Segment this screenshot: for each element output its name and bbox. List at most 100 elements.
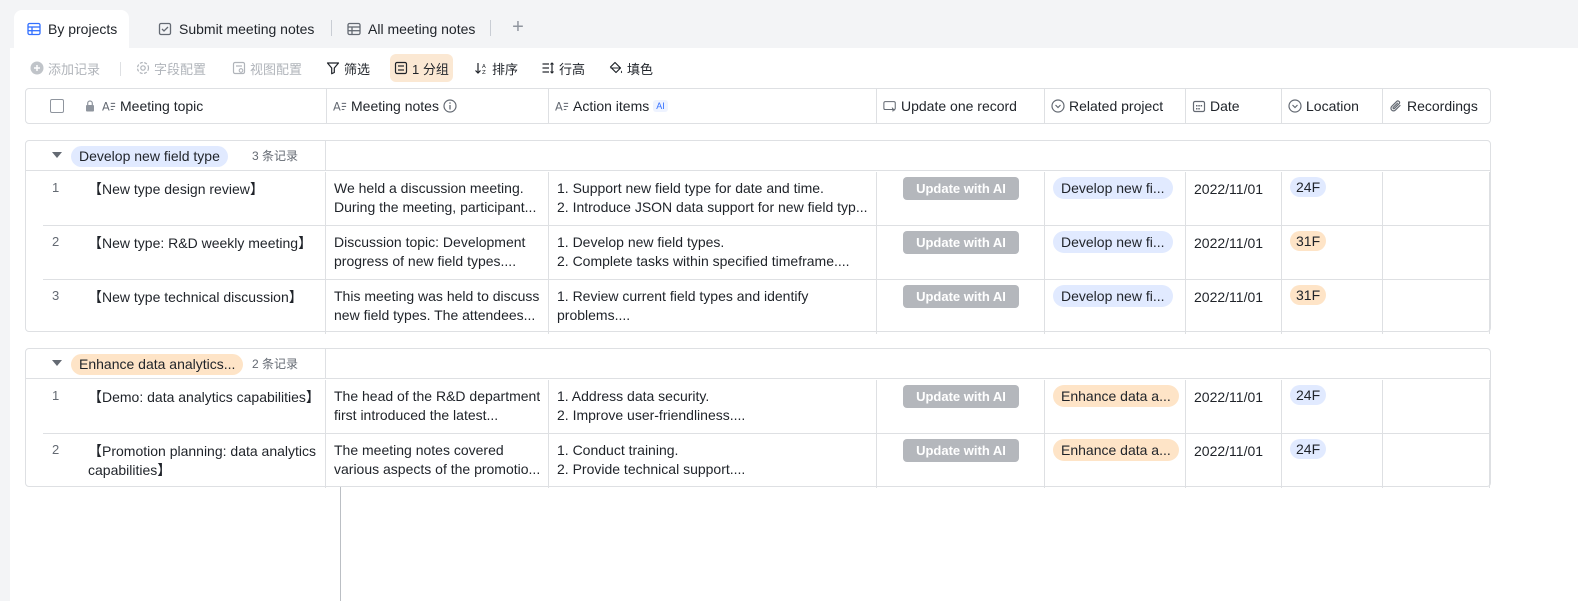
cell-location[interactable]: 31F [1282,226,1383,280]
collapse-caret-icon[interactable] [52,360,62,366]
cell-date[interactable]: 2022/11/01 [1186,434,1282,488]
header-location[interactable]: Location [1282,89,1383,123]
cell-actions[interactable]: 1. Develop new field types. 2. Complete … [549,226,877,280]
add-record-button[interactable]: 添加记录 [26,54,104,82]
header-label: Update one record [901,98,1017,114]
row-height-button[interactable]: 行高 [537,54,589,82]
cell-location[interactable]: 24F [1282,172,1383,226]
action-line: problems.... [557,307,631,323]
add-view-icon[interactable]: + [508,17,528,37]
cell-project[interactable]: Enhance data a... [1045,380,1186,434]
date-text: 2022/11/01 [1194,443,1264,459]
view-panel: 添加记录 字段配置 视图配置 筛选 1 分组 AZ 排序 行高 填色 A Mee… [10,48,1578,601]
cell-topic[interactable]: 2 【New type: R&D weekly meeting】 [26,226,326,280]
cell-topic[interactable]: 2 【Promotion planning: data analytics ca… [26,434,326,488]
cell-location[interactable]: 24F [1282,434,1383,488]
cell-date[interactable]: 2022/11/01 [1186,380,1282,434]
add-record-label: 添加记录 [48,61,101,77]
row-number: 1 [52,180,60,195]
project-tag: Enhance data a... [1053,439,1179,461]
cell-recordings[interactable] [1383,380,1490,434]
fill-color-button[interactable]: 填色 [605,54,657,82]
action-line: 2. Complete tasks within specified timef… [557,253,850,269]
header-topic[interactable]: A Meeting topic [26,89,326,123]
cell-project[interactable]: Develop new fi... [1045,280,1186,334]
cell-recordings[interactable] [1383,280,1490,334]
date-text: 2022/11/01 [1194,289,1264,305]
table-row[interactable]: 2 【New type: R&D weekly meeting】 Discuss… [26,226,1490,280]
cell-topic[interactable]: 1 【Demo: data analytics capabilities】 [26,380,326,434]
location-tag: 31F [1290,231,1327,251]
cell-update: Update with AI [877,172,1045,226]
view-config-label: 视图配置 [250,61,303,77]
sort-button[interactable]: AZ 排序 [470,54,522,82]
table-row[interactable]: 2 【Promotion planning: data analytics ca… [26,434,1490,488]
tab-submit-meeting-notes[interactable]: Submit meeting notes [145,10,326,48]
cell-update: Update with AI [877,434,1045,488]
cell-project[interactable]: Develop new fi... [1045,172,1186,226]
tab-label: Submit meeting notes [179,21,315,37]
cell-actions[interactable]: 1. Address data security. 2. Improve use… [549,380,877,434]
header-recordings[interactable]: Recordings [1383,89,1490,123]
cell-notes[interactable]: We held a discussion meeting. During the… [326,172,549,226]
cell-date[interactable]: 2022/11/01 [1186,172,1282,226]
cell-actions[interactable]: 1. Support new field type for date and t… [549,172,877,226]
plus-circle-icon [30,61,44,75]
notes-line: various aspects of the promotio... [334,461,540,477]
cell-notes[interactable]: This meeting was held to discuss new fie… [326,280,549,334]
cell-actions[interactable]: 1. Conduct training. 2. Provide technica… [549,434,877,488]
header-date[interactable]: Date [1186,89,1282,123]
cell-actions[interactable]: 1. Review current field types and identi… [549,280,877,334]
cell-project[interactable]: Enhance data a... [1045,434,1186,488]
cell-topic[interactable]: 3 【New type technical discussion】 [26,280,326,334]
group-header[interactable]: Develop new field type 3 条记录 [26,141,1490,171]
select-all-checkbox[interactable] [50,99,64,113]
cell-notes[interactable]: Discussion topic: Development progress o… [326,226,549,280]
header-notes[interactable]: A Meeting notes [326,89,549,123]
group-button[interactable]: 1 分组 [390,54,453,82]
table-row[interactable]: 1 【New type design review】 We held a dis… [26,172,1490,226]
location-tag: 24F [1290,385,1327,405]
cell-date[interactable]: 2022/11/01 [1186,226,1282,280]
cell-update: Update with AI [877,380,1045,434]
topic-text: 【New type: R&D weekly meeting】 [88,235,313,251]
update-with-ai-button[interactable]: Update with AI [903,439,1019,462]
cell-recordings[interactable] [1383,226,1490,280]
filter-button[interactable]: 筛选 [322,54,374,82]
project-tag: Enhance data a... [1053,385,1179,407]
tab-by-projects[interactable]: By projects [14,10,130,48]
group-count: 3 条记录 [252,149,299,163]
cell-location[interactable]: 31F [1282,280,1383,334]
update-with-ai-button[interactable]: Update with AI [903,177,1019,200]
collapse-caret-icon[interactable] [52,152,62,158]
update-with-ai-button[interactable]: Update with AI [903,385,1019,408]
cell-notes[interactable]: The meeting notes covered various aspect… [326,434,549,488]
field-config-button[interactable]: 字段配置 [132,54,210,82]
view-config-button[interactable]: 视图配置 [228,54,306,82]
cell-date[interactable]: 2022/11/01 [1186,280,1282,334]
table-row[interactable]: 1 【Demo: data analytics capabilities】 Th… [26,380,1490,434]
attachment-icon [1389,99,1403,113]
update-with-ai-button[interactable]: Update with AI [903,231,1019,254]
cell-notes[interactable]: The head of the R&D department first int… [326,380,549,434]
tab-divider [331,20,332,36]
header-label: Action items [573,98,650,114]
tab-all-meeting-notes[interactable]: All meeting notes [334,10,487,48]
header-label: Related project [1069,98,1164,114]
cell-recordings[interactable] [1383,172,1490,226]
cell-location[interactable]: 24F [1282,380,1383,434]
cell-project[interactable]: Develop new fi... [1045,226,1186,280]
update-with-ai-button[interactable]: Update with AI [903,285,1019,308]
project-tag: Develop new fi... [1053,285,1173,307]
group-header[interactable]: Enhance data analytics... 2 条记录 [26,349,1490,379]
cell-recordings[interactable] [1383,434,1490,488]
header-actions[interactable]: A Action items AI [549,89,877,123]
group-count: 2 条记录 [252,357,299,371]
cell-topic[interactable]: 1 【New type design review】 [26,172,326,226]
header-update[interactable]: Update one record [877,89,1045,123]
paint-bucket-icon [609,61,623,75]
info-icon[interactable] [443,99,457,113]
table-row[interactable]: 3 【New type technical discussion】 This m… [26,280,1490,334]
grid-header: A Meeting topic A Meeting notes A Action… [25,88,1491,124]
header-project[interactable]: Related project [1045,89,1186,123]
